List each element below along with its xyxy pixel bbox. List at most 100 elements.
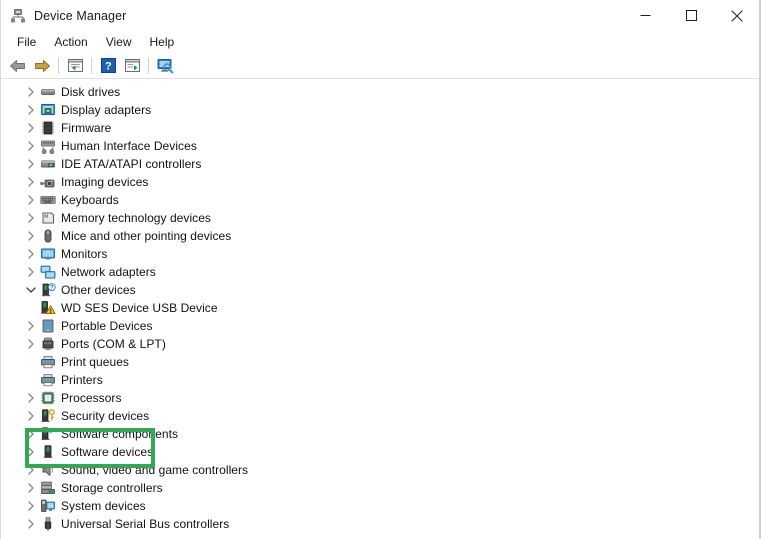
tree-item-label: Sound, video and game controllers — [61, 462, 249, 477]
tree-item-label: Firmware — [61, 120, 112, 135]
chevron-right-icon[interactable] — [23, 497, 39, 515]
tree-item-network-adapters[interactable]: Network adapters — [1, 263, 760, 281]
chevron-right-icon[interactable] — [23, 119, 39, 137]
tree-item-label: Display adapters — [61, 102, 152, 117]
chevron-down-icon[interactable] — [23, 281, 39, 299]
forward-arrow-icon[interactable] — [30, 55, 54, 77]
tree-item-software-components[interactable]: Software components — [1, 425, 760, 443]
tree-item-human-interface-devices[interactable]: Human Interface Devices — [1, 137, 760, 155]
toolbar-separator-2 — [91, 57, 92, 74]
chevron-right-icon[interactable] — [23, 191, 39, 209]
tree-item-other-devices[interactable]: ? Other devices — [1, 281, 760, 299]
tree-item-label: Monitors — [61, 246, 108, 261]
tree-item-print-queues[interactable]: Print queues — [1, 353, 760, 371]
maximize-button[interactable] — [668, 0, 714, 31]
tree-item-software-devices[interactable]: Software devices — [1, 443, 760, 461]
chevron-right-icon[interactable] — [23, 425, 39, 443]
title-bar: Device Manager — [1, 0, 760, 31]
tree-item-mice-and-other-pointing-devices[interactable]: Mice and other pointing devices — [1, 227, 760, 245]
tree-item-disk-drives[interactable]: Disk drives — [1, 83, 760, 101]
system-device-icon — [39, 497, 57, 515]
chevron-right-icon[interactable] — [23, 389, 39, 407]
chevron-right-icon[interactable] — [23, 155, 39, 173]
minimize-button[interactable] — [622, 0, 668, 31]
tree-item-label: Imaging devices — [61, 174, 149, 189]
window-right-border — [759, 0, 760, 539]
tree-item-storage-controllers[interactable]: Storage controllers — [1, 479, 760, 497]
monitor-search-icon[interactable] — [153, 55, 177, 77]
memory-card-icon — [39, 209, 57, 227]
tree-item-label: Ports (COM & LPT) — [61, 336, 166, 351]
device-manager-window: Device Manager File Action View Help ? D… — [0, 0, 761, 539]
chevron-right-icon[interactable] — [23, 227, 39, 245]
chevron-right-icon[interactable] — [23, 101, 39, 119]
tree-item-keyboards[interactable]: Keyboards — [1, 191, 760, 209]
chevron-right-icon[interactable] — [23, 245, 39, 263]
properties-icon[interactable] — [63, 55, 87, 77]
tree-item-sound-video-and-game-controllers[interactable]: Sound, video and game controllers — [1, 461, 760, 479]
chevron-right-icon[interactable] — [23, 317, 39, 335]
tree-item-label: Other devices — [61, 282, 136, 297]
tree-item-universal-serial-bus-controllers[interactable]: Universal Serial Bus controllers — [1, 515, 760, 533]
warning-device-icon — [39, 299, 57, 317]
menu-bar: File Action View Help — [1, 31, 760, 53]
storage-controller-icon — [39, 479, 57, 497]
menu-item-view[interactable]: View — [97, 33, 141, 52]
tree-item-label: WD SES Device USB Device — [61, 300, 218, 315]
tree-item-ports-com-and-lpt[interactable]: Ports (COM & LPT) — [1, 335, 760, 353]
chevron-right-icon[interactable] — [23, 335, 39, 353]
software-device-icon — [39, 443, 57, 461]
device-tree-area[interactable]: Disk drives Display adapters Firmware Hu… — [1, 79, 760, 539]
svg-text:?: ? — [50, 286, 54, 292]
tree-item-label: Software components — [61, 426, 179, 441]
tree-item-memory-technology-devices[interactable]: Memory technology devices — [1, 209, 760, 227]
chevron-right-icon[interactable] — [23, 479, 39, 497]
speaker-icon — [39, 461, 57, 479]
title-bar-left: Device Manager — [1, 8, 126, 24]
toolbar-separator-1 — [58, 57, 59, 74]
svg-text:?: ? — [105, 61, 112, 73]
tree-item-display-adapters[interactable]: Display adapters — [1, 101, 760, 119]
tree-item-label: Universal Serial Bus controllers — [61, 516, 230, 531]
security-key-icon — [39, 407, 57, 425]
tree-item-ide-ata-atapi-controllers[interactable]: IDE ATA/ATAPI controllers — [1, 155, 760, 173]
tree-item-portable-devices[interactable]: Portable Devices — [1, 317, 760, 335]
hid-icon — [39, 137, 57, 155]
window-controls — [622, 0, 760, 31]
ide-controller-icon — [39, 155, 57, 173]
tree-item-processors[interactable]: Processors — [1, 389, 760, 407]
tree-item-firmware[interactable]: Firmware — [1, 119, 760, 137]
tree-item-wd-ses-device-usb-device[interactable]: WD SES Device USB Device — [1, 299, 760, 317]
menu-item-file[interactable]: File — [8, 33, 45, 52]
port-icon — [39, 335, 57, 353]
portable-device-icon — [39, 317, 57, 335]
chevron-right-icon[interactable] — [23, 137, 39, 155]
printer-icon — [39, 353, 57, 371]
chevron-right-icon[interactable] — [23, 443, 39, 461]
menu-item-help[interactable]: Help — [141, 33, 184, 52]
tree-item-label: Human Interface Devices — [61, 138, 197, 153]
processor-icon — [39, 389, 57, 407]
tree-item-imaging-devices[interactable]: Imaging devices — [1, 173, 760, 191]
help-question-icon[interactable]: ? — [96, 55, 120, 77]
chevron-right-icon[interactable] — [23, 515, 39, 533]
tree-item-security-devices[interactable]: Security devices — [1, 407, 760, 425]
menu-item-action[interactable]: Action — [45, 33, 96, 52]
scan-play-icon[interactable] — [120, 55, 144, 77]
chevron-right-icon[interactable] — [23, 83, 39, 101]
chevron-right-icon[interactable] — [23, 407, 39, 425]
keyboard-icon — [39, 191, 57, 209]
tree-item-monitors[interactable]: Monitors — [1, 245, 760, 263]
chevron-right-icon[interactable] — [23, 461, 39, 479]
tree-item-system-devices[interactable]: System devices — [1, 497, 760, 515]
chevron-right-icon[interactable] — [23, 263, 39, 281]
chevron-right-icon[interactable] — [23, 173, 39, 191]
camera-icon — [39, 173, 57, 191]
chevron-right-icon[interactable] — [23, 209, 39, 227]
close-button[interactable] — [714, 0, 760, 31]
toolbar-separator-3 — [148, 57, 149, 74]
tree-item-label: Software devices — [61, 444, 154, 459]
device-manager-icon — [10, 8, 26, 24]
tree-item-printers[interactable]: Printers — [1, 371, 760, 389]
back-arrow-icon[interactable] — [6, 55, 30, 77]
